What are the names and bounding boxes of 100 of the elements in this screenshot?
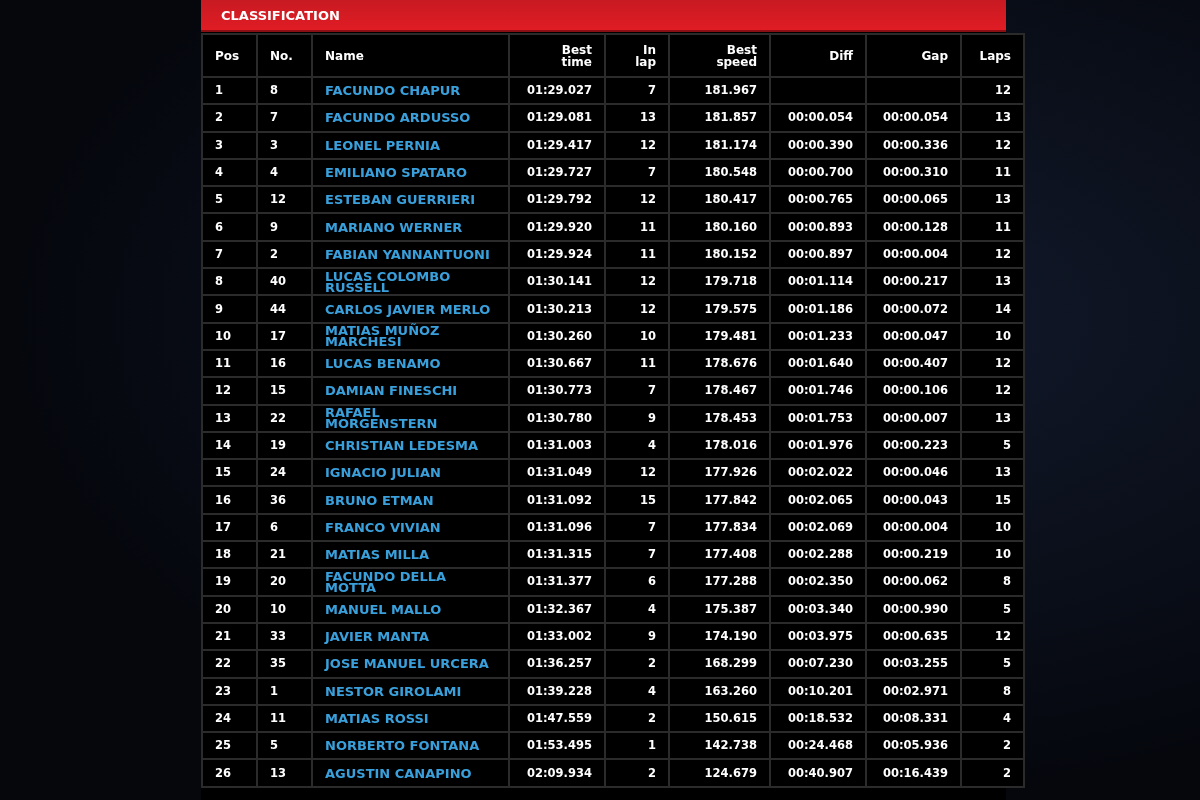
table-cell: 01:30.213 [510, 296, 604, 322]
driver-name[interactable]: MATIAS MILLA [313, 542, 508, 568]
table-cell: 9 [203, 296, 256, 322]
table-cell: 11 [606, 241, 668, 268]
table-cell: 44 [258, 296, 311, 322]
driver-name[interactable]: FACUNDO CHAPUR [313, 78, 508, 104]
table-cell: 180.417 [670, 187, 769, 213]
table-cell: 12 [606, 187, 668, 213]
table-cell: 13 [962, 405, 1023, 431]
table-cell: 01:31.049 [510, 460, 604, 486]
driver-name[interactable]: BRUNO ETMAN [313, 487, 508, 513]
table-cell: 01:31.377 [510, 569, 604, 595]
table-cell: 00:00.635 [867, 623, 960, 650]
table-cell: 20 [203, 596, 256, 622]
table-cell: 15 [203, 460, 256, 486]
table-cell: 11 [962, 214, 1023, 240]
table-cell: 11 [606, 214, 668, 240]
table-cell: 10 [962, 542, 1023, 568]
table-cell: 01:30.667 [510, 350, 604, 377]
driver-name[interactable]: RAFAEL MORGENSTERN [313, 405, 508, 431]
table-cell: 175.387 [670, 596, 769, 622]
table-cell: 01:32.367 [510, 596, 604, 622]
driver-name[interactable]: MATIAS ROSSI [313, 705, 508, 732]
table-cell: 00:00.046 [867, 460, 960, 486]
table-cell: 00:01.753 [771, 405, 865, 431]
panel-title: CLASSIFICATION [221, 7, 340, 23]
table-cell: 4 [606, 678, 668, 704]
table-cell: 178.676 [670, 350, 769, 377]
table-cell: 5 [258, 733, 311, 759]
table-cell: 00:00.072 [867, 296, 960, 322]
table-cell: 142.738 [670, 733, 769, 759]
column-header: Diff [771, 35, 865, 76]
table-cell: 15 [606, 487, 668, 513]
table-cell: 01:29.924 [510, 241, 604, 268]
driver-name[interactable]: FACUNDO ARDUSSO [313, 105, 508, 131]
driver-name[interactable]: CHRISTIAN LEDESMA [313, 432, 508, 459]
driver-name[interactable]: MATIAS MUÑOZ MARCHESI [313, 323, 508, 349]
table-cell: 00:02.971 [867, 678, 960, 704]
table-cell: 12 [962, 350, 1023, 377]
table-cell: 12 [606, 296, 668, 322]
table-cell: 10 [962, 323, 1023, 349]
table-cell: 13 [962, 269, 1023, 295]
table-cell: 20 [258, 569, 311, 595]
table-cell: 00:02.022 [771, 460, 865, 486]
driver-name[interactable]: CARLOS JAVIER MERLO [313, 296, 508, 322]
table-cell: 7 [606, 542, 668, 568]
column-header: No. [258, 35, 311, 76]
driver-name[interactable]: MARIANO WERNER [313, 214, 508, 240]
driver-name[interactable]: LEONEL PERNIA [313, 132, 508, 158]
table-cell: 19 [203, 569, 256, 595]
table-cell: 00:00.106 [867, 378, 960, 404]
table-cell: 21 [258, 542, 311, 568]
table-cell: 9 [258, 214, 311, 240]
table-cell: 00:05.936 [867, 733, 960, 759]
driver-name[interactable]: MANUEL MALLO [313, 596, 508, 622]
table-cell: 180.548 [670, 159, 769, 186]
table-cell: 00:00.004 [867, 241, 960, 268]
driver-name[interactable]: NORBERTO FONTANA [313, 733, 508, 759]
driver-name[interactable]: LUCAS COLOMBO RUSSELL [313, 269, 508, 295]
table-cell: 4 [258, 159, 311, 186]
table-cell: 10 [203, 323, 256, 349]
table-cell: 177.834 [670, 514, 769, 541]
table-cell: 01:30.260 [510, 323, 604, 349]
driver-name[interactable]: EMILIANO SPATARO [313, 159, 508, 186]
driver-name[interactable]: DAMIAN FINESCHI [313, 378, 508, 404]
table-cell: 6 [203, 214, 256, 240]
driver-name[interactable]: JAVIER MANTA [313, 623, 508, 650]
table-cell: 00:00.047 [867, 323, 960, 349]
table-cell: 14 [962, 296, 1023, 322]
driver-name[interactable]: JOSE MANUEL URCERA [313, 651, 508, 677]
driver-name[interactable]: ESTEBAN GUERRIERI [313, 187, 508, 213]
table-cell: 179.718 [670, 269, 769, 295]
column-header: In lap [606, 35, 668, 76]
table-cell: 25 [203, 733, 256, 759]
driver-name[interactable]: AGUSTIN CANAPINO [313, 760, 508, 786]
table-cell: 5 [962, 651, 1023, 677]
table-cell: 15 [258, 378, 311, 404]
table-cell: 00:01.186 [771, 296, 865, 322]
table-cell: 12 [203, 378, 256, 404]
driver-name[interactable]: FACUNDO DELLA MOTTA [313, 569, 508, 595]
driver-name[interactable]: LUCAS BENAMO [313, 350, 508, 377]
table-cell: 12 [962, 241, 1023, 268]
table-cell: 00:00.893 [771, 214, 865, 240]
driver-name[interactable]: IGNACIO JULIAN [313, 460, 508, 486]
table-cell: 01:29.792 [510, 187, 604, 213]
table-cell: 00:03.975 [771, 623, 865, 650]
column-header: Name [313, 35, 508, 76]
table-cell: 10 [606, 323, 668, 349]
table-cell: 01:53.495 [510, 733, 604, 759]
table-cell: 01:39.228 [510, 678, 604, 704]
driver-name[interactable]: FRANCO VIVIAN [313, 514, 508, 541]
table-cell: 00:18.532 [771, 705, 865, 732]
driver-name[interactable]: FABIAN YANNANTUONI [313, 241, 508, 268]
table-cell: 9 [606, 623, 668, 650]
table-cell: 178.453 [670, 405, 769, 431]
driver-name[interactable]: NESTOR GIROLAMI [313, 678, 508, 704]
table-cell: 2 [258, 241, 311, 268]
table-cell: 01:30.773 [510, 378, 604, 404]
table-cell: 22 [203, 651, 256, 677]
table-cell: 13 [258, 760, 311, 786]
